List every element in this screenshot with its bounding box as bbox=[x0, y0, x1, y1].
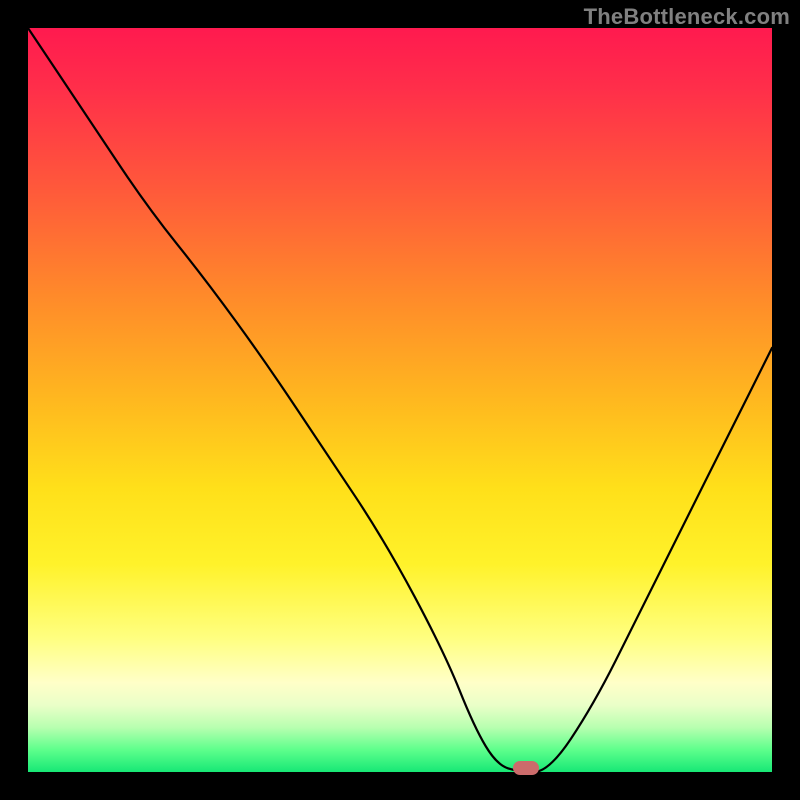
plot-area bbox=[28, 28, 772, 772]
watermark-text: TheBottleneck.com bbox=[584, 4, 790, 30]
curve-svg bbox=[28, 28, 772, 772]
chart-frame: TheBottleneck.com bbox=[0, 0, 800, 800]
bottleneck-curve bbox=[28, 28, 772, 772]
optimum-marker bbox=[513, 761, 539, 775]
